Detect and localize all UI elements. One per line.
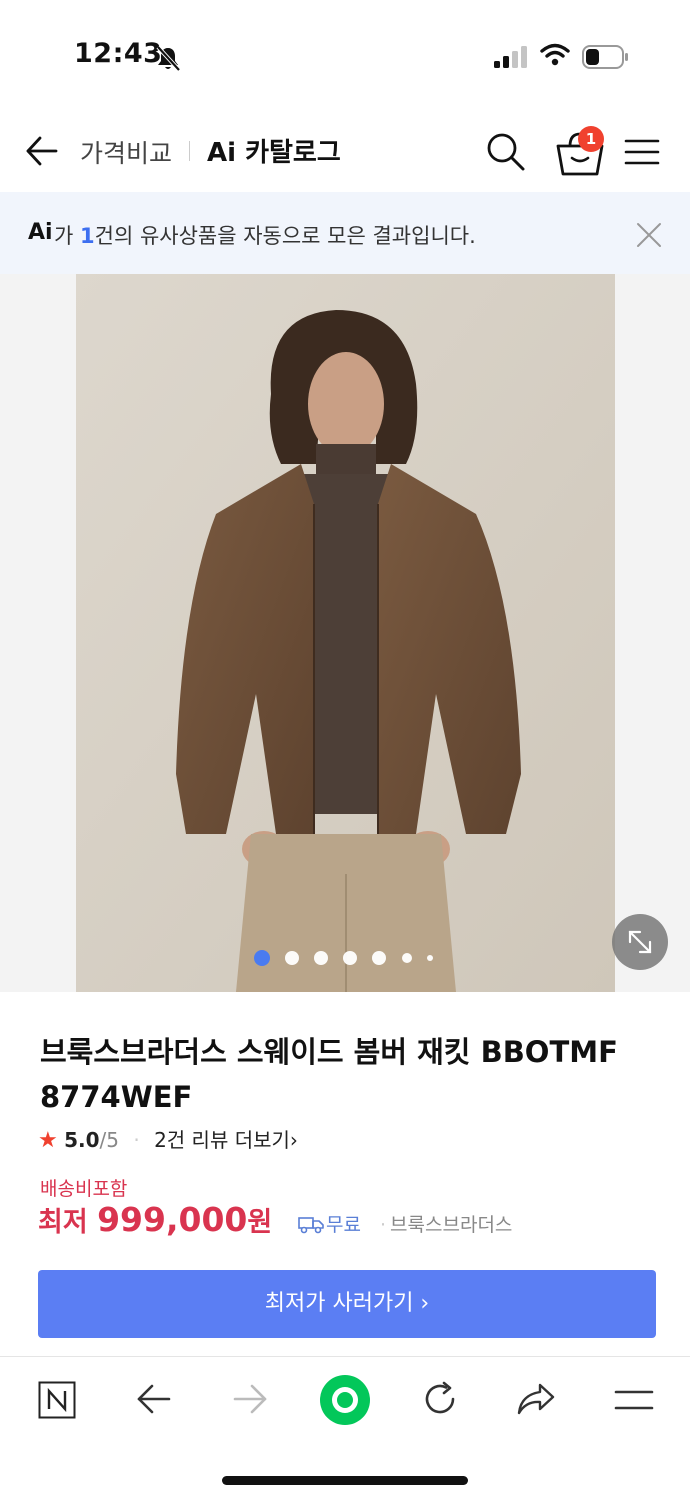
pagination-dot[interactable] bbox=[343, 951, 357, 965]
close-icon[interactable] bbox=[636, 222, 662, 248]
ai-notice-count: 1 bbox=[80, 224, 95, 248]
price-unit: 원 bbox=[247, 1207, 273, 1238]
ai-notice-text: 가 1건의 유사상품을 자동으로 모은 결과입니다. bbox=[54, 220, 476, 250]
cellular-signal-icon bbox=[494, 46, 527, 68]
back-arrow-icon[interactable] bbox=[24, 134, 60, 168]
browser-forward-icon[interactable] bbox=[232, 1383, 268, 1415]
home-indicator bbox=[222, 1476, 468, 1485]
pagination-dot[interactable] bbox=[314, 951, 328, 965]
expand-image-button[interactable] bbox=[612, 914, 668, 970]
product-gallery[interactable] bbox=[0, 274, 690, 992]
pagination-dot[interactable] bbox=[427, 955, 433, 961]
ai-notice-prefix: 가 bbox=[54, 224, 80, 248]
ai-notice-suffix: 건의 유사상품을 자동으로 모은 결과입니다. bbox=[94, 224, 476, 248]
rating-score: 5.0 bbox=[64, 1128, 100, 1152]
pagination-dot[interactable] bbox=[285, 951, 299, 965]
refresh-icon[interactable] bbox=[422, 1381, 458, 1417]
pagination-dot[interactable] bbox=[372, 951, 386, 965]
more-menu-icon[interactable] bbox=[614, 1389, 654, 1411]
seller-name: 브룩스브라더스 bbox=[390, 1214, 513, 1236]
wifi-icon bbox=[540, 43, 570, 66]
price-prefix: 최저 bbox=[38, 1207, 98, 1238]
header-subtitle: Ai 카탈로그 bbox=[207, 138, 341, 168]
separator-dot: · bbox=[133, 1128, 140, 1152]
rating-max: /5 bbox=[99, 1128, 119, 1152]
gallery-pagination bbox=[254, 949, 454, 967]
chevron-right-icon[interactable]: › bbox=[290, 1128, 298, 1152]
browser-back-icon[interactable] bbox=[136, 1383, 172, 1415]
share-icon[interactable] bbox=[516, 1381, 556, 1417]
header-title[interactable]: 가격비교 bbox=[80, 134, 172, 170]
review-link[interactable]: 2건 리뷰 더보기 bbox=[154, 1128, 290, 1152]
pagination-dot-active[interactable] bbox=[254, 950, 270, 966]
ai-logo: Ai bbox=[28, 220, 53, 245]
star-icon: ★ bbox=[38, 1128, 58, 1153]
seller-info: · 브룩스브라더스 bbox=[380, 1210, 512, 1237]
search-icon[interactable] bbox=[484, 130, 526, 172]
shipping-included-label: 배송비포함 bbox=[40, 1178, 128, 1200]
product-title: 브룩스브라더스 스웨이드 봄버 재킷 BBOTMF 8774WEF bbox=[40, 1035, 618, 1114]
rating-row: ★ 5.0/5 · 2건 리뷰 더보기› bbox=[38, 1124, 298, 1153]
page: 12:43 가격비교 Ai 카탈로그 1 Ai 가 1건의 유사상품을 자동으로… bbox=[0, 0, 690, 1500]
product-photo[interactable] bbox=[76, 274, 615, 992]
bell-slash-icon bbox=[156, 45, 181, 72]
truck-icon bbox=[298, 1217, 324, 1234]
ai-notice-banner: Ai 가 1건의 유사상품을 자동으로 모은 결과입니다. bbox=[0, 192, 690, 274]
pagination-dot[interactable] bbox=[402, 953, 412, 963]
free-shipping: 무료 bbox=[298, 1210, 361, 1237]
free-shipping-label: 무료 bbox=[326, 1214, 361, 1236]
separator-dot: · bbox=[380, 1214, 387, 1236]
expand-arrows-icon bbox=[628, 930, 652, 954]
header-divider bbox=[189, 141, 190, 161]
naver-green-dot-icon[interactable] bbox=[319, 1374, 371, 1426]
cart-count-badge: 1 bbox=[578, 126, 604, 152]
status-time: 12:43 bbox=[74, 38, 163, 69]
price-row: 최저 999,000원 bbox=[38, 1200, 272, 1246]
lowest-price-buy-button[interactable]: 최저가 사러가기 › bbox=[38, 1270, 656, 1338]
hamburger-menu-icon[interactable] bbox=[624, 138, 660, 166]
naver-home-icon[interactable] bbox=[38, 1381, 76, 1419]
price-value: 999,000 bbox=[97, 1200, 248, 1239]
status-bar: 12:43 bbox=[0, 0, 690, 110]
battery-icon bbox=[582, 45, 628, 69]
